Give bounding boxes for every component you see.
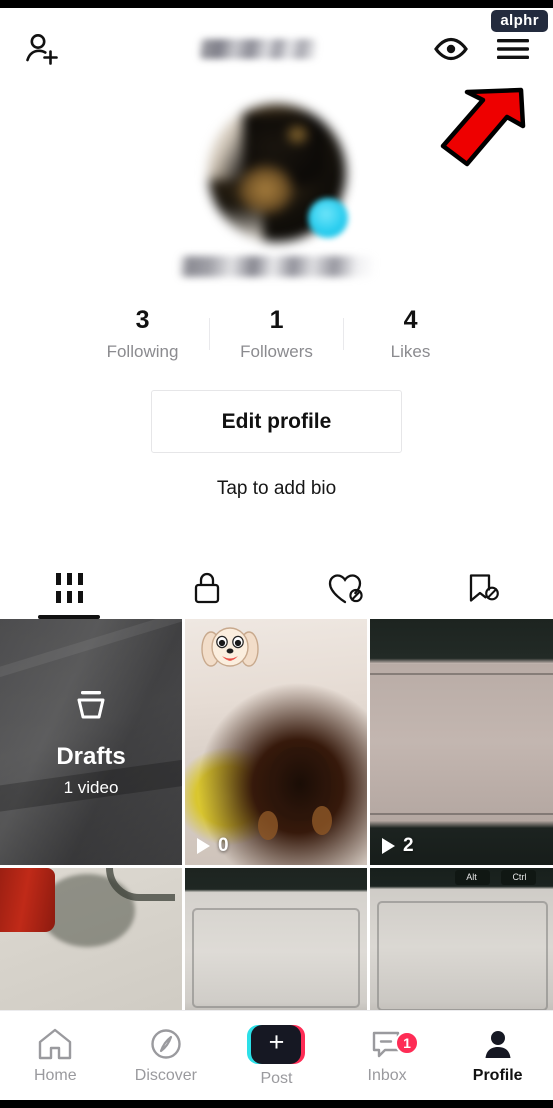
- play-count-value: 0: [218, 835, 229, 856]
- watermark-alphr: alphr: [491, 10, 548, 32]
- bio-placeholder[interactable]: Tap to add bio: [0, 478, 553, 500]
- plus-icon: +: [268, 1027, 285, 1057]
- header-title-area[interactable]: [82, 39, 433, 59]
- menu-button[interactable]: [495, 36, 531, 62]
- dog-emoji-sticker: [201, 627, 259, 667]
- video-cell[interactable]: Alt Ctrl: [370, 868, 553, 1019]
- play-count: 0: [197, 835, 229, 857]
- video-thumbnail: [185, 868, 367, 1019]
- person-icon: [485, 1031, 511, 1058]
- nav-item-post[interactable]: + Post: [221, 1024, 332, 1087]
- heart-slash-icon: [328, 574, 363, 604]
- play-count: 2: [382, 835, 414, 857]
- video-grid: Drafts 1 video 0 2 Alt Ctrl: [0, 619, 553, 1019]
- stat-value: 1: [269, 306, 284, 334]
- header-left: [22, 29, 82, 69]
- play-icon: [382, 838, 395, 854]
- drafts-cell[interactable]: Drafts 1 video: [0, 619, 182, 865]
- stat-label: Likes: [390, 342, 431, 362]
- bookmark-slash-icon: [469, 574, 499, 602]
- play-count-value: 2: [403, 835, 414, 856]
- visitor-view-button[interactable]: [433, 36, 469, 62]
- header-right: [433, 36, 531, 62]
- home-icon: [39, 1028, 72, 1060]
- avatar-add-badge[interactable]: [307, 198, 348, 238]
- video-thumbnail: [370, 619, 553, 865]
- video-cell[interactable]: 2: [370, 619, 553, 865]
- add-friend-button[interactable]: [22, 29, 62, 69]
- nav-item-home[interactable]: Home: [0, 1027, 111, 1084]
- video-cell[interactable]: [185, 868, 367, 1019]
- video-thumbnail: [0, 868, 182, 1019]
- phone-frame: alphr 3 Following 1 Followers 4 Likes Ed…: [0, 0, 553, 1108]
- post-black-layer: +: [251, 1024, 302, 1064]
- nav-label: Discover: [134, 1067, 197, 1084]
- video-cell[interactable]: [0, 868, 182, 1019]
- inbox-badge: 1: [395, 1031, 420, 1055]
- nav-label: Home: [33, 1067, 77, 1084]
- stat-followers[interactable]: 1 Followers: [210, 306, 343, 362]
- drafts-tray-icon: [77, 690, 105, 718]
- app-screen: alphr 3 Following 1 Followers 4 Likes Ed…: [0, 8, 553, 1100]
- tab-private[interactable]: [138, 557, 276, 619]
- profile-tabs: [0, 557, 553, 619]
- eye-icon: [434, 37, 468, 61]
- add-friend-icon: [26, 34, 58, 65]
- nav-label: Profile: [472, 1067, 523, 1084]
- tab-active-underline: [38, 615, 101, 619]
- profile-section: 3 Following 1 Followers 4 Likes Edit pro…: [0, 90, 553, 500]
- video-thumbnail: Alt Ctrl: [370, 868, 553, 1019]
- stat-likes[interactable]: 4 Likes: [344, 306, 477, 362]
- stat-label: Followers: [240, 342, 313, 362]
- stat-label: Following: [106, 342, 179, 362]
- nav-item-inbox[interactable]: 1 Inbox: [332, 1027, 443, 1084]
- play-icon: [197, 838, 210, 854]
- lock-icon: [195, 572, 220, 604]
- hamburger-menu-icon: [497, 39, 529, 59]
- nav-label: Post: [260, 1069, 293, 1087]
- tab-videos[interactable]: [0, 557, 138, 619]
- drafts-label: Drafts: [56, 742, 126, 770]
- avatar-wrap[interactable]: [207, 104, 348, 242]
- post-button[interactable]: +: [247, 1024, 306, 1064]
- video-cell[interactable]: 0: [185, 619, 367, 865]
- compass-icon: [151, 1029, 181, 1059]
- nav-item-discover[interactable]: Discover: [111, 1027, 222, 1084]
- drafts-overlay: Drafts 1 video: [0, 619, 182, 865]
- stat-following[interactable]: 3 Following: [76, 306, 209, 362]
- stat-value: 4: [403, 306, 418, 334]
- profile-stats: 3 Following 1 Followers 4 Likes: [0, 306, 553, 362]
- page-title-blurred: [198, 39, 317, 59]
- edit-profile-button[interactable]: Edit profile: [151, 390, 402, 454]
- nav-label: Inbox: [367, 1067, 407, 1084]
- drafts-count: 1 video: [63, 777, 119, 797]
- app-header: [0, 8, 553, 90]
- grid-icon: [55, 573, 83, 603]
- nav-item-profile[interactable]: Profile: [442, 1027, 553, 1084]
- username-blurred: [178, 256, 375, 277]
- stat-value: 3: [135, 306, 150, 334]
- tab-liked-hidden[interactable]: [277, 557, 415, 619]
- tab-saved-hidden[interactable]: [415, 557, 553, 619]
- bottom-navigation: Home Discover + Post 1 Inbox Profile: [0, 1010, 553, 1100]
